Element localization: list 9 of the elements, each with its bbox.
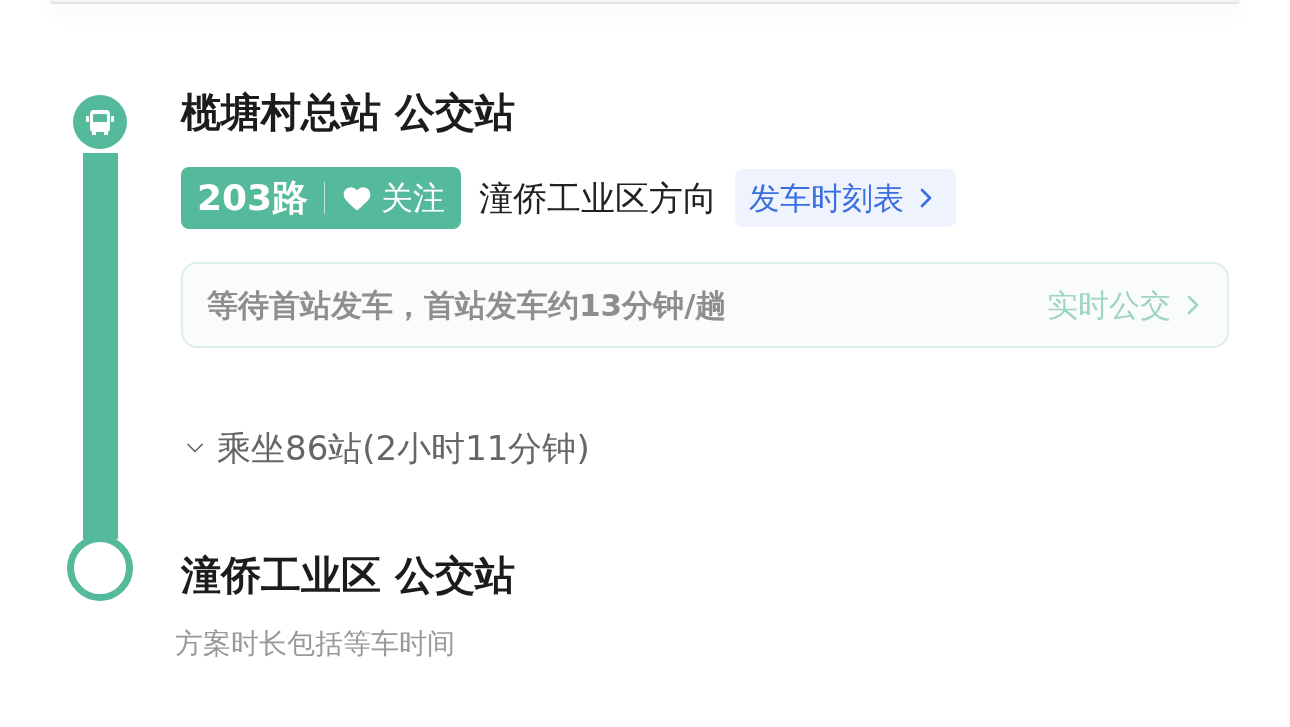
origin-stop-name: 榄塘村总站 公交站 [181, 88, 516, 136]
route-follow-button[interactable]: 203路 关注 [181, 167, 462, 229]
duration-footnote: 方案时长包括等车时间 [175, 627, 456, 661]
direction-label: 潼侨工业区方向 [479, 176, 718, 220]
destination-stop-name: 潼侨工业区 公交站 [181, 551, 516, 599]
wait-notice: 等待首站发车，首站发车约13分钟/趟 [207, 285, 727, 325]
bus-stop-icon [73, 95, 127, 149]
ride-stops-toggle[interactable]: 乘坐86站(2小时11分钟) [181, 428, 1229, 468]
timetable-link[interactable]: 发车时刻表 [735, 169, 957, 227]
